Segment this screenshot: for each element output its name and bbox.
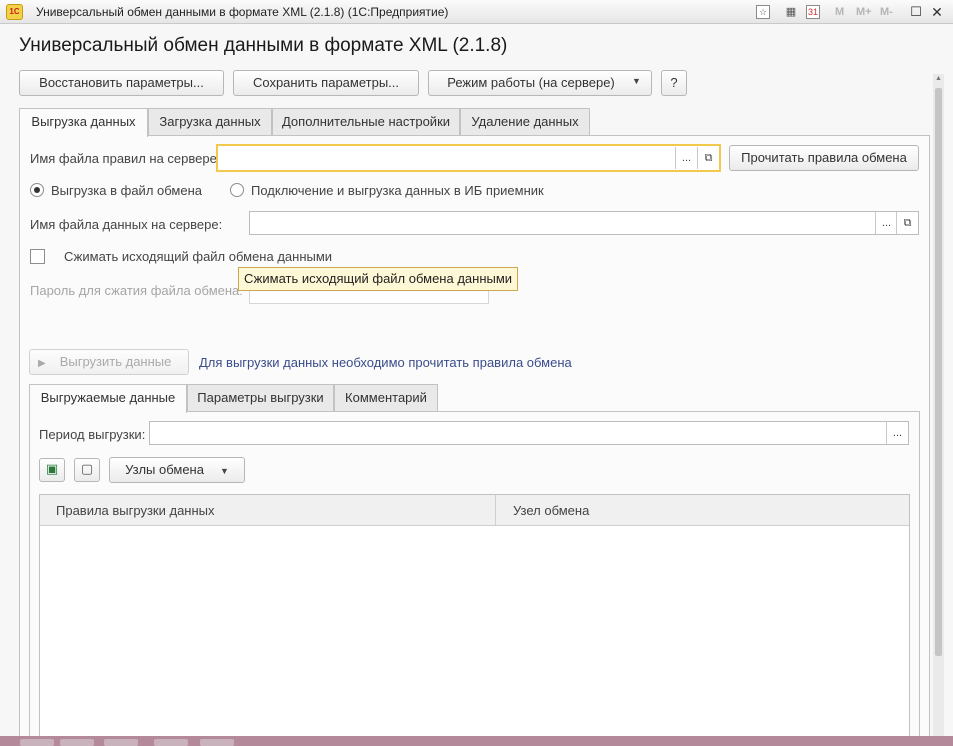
taskbar-item[interactable]	[200, 739, 234, 746]
radio-export-to-db[interactable]	[230, 183, 244, 197]
save-params-button[interactable]: Сохранить параметры...	[233, 70, 419, 96]
taskbar-item[interactable]	[20, 739, 54, 746]
taskbar-item[interactable]	[104, 739, 138, 746]
restore-params-button[interactable]: Восстановить параметры...	[19, 70, 224, 96]
column-exchange-node[interactable]: Узел обмена	[497, 495, 909, 526]
export-data-button[interactable]: ▶ Выгрузить данные	[29, 349, 189, 375]
subtab-export-params[interactable]: Параметры выгрузки	[187, 384, 334, 412]
favorite-icon[interactable]: ☆	[756, 5, 770, 19]
data-file-label: Имя файла данных на сервере:	[30, 217, 223, 232]
calendar-icon[interactable]: 31	[806, 5, 820, 19]
close-icon[interactable]: ✕	[927, 3, 947, 21]
period-label: Период выгрузки:	[39, 427, 146, 442]
scroll-up-icon[interactable]: ▲	[934, 75, 943, 85]
rules-file-input[interactable]	[216, 144, 721, 172]
taskbar-item[interactable]	[60, 739, 94, 746]
window-title: Универсальный обмен данными в формате XM…	[36, 5, 449, 19]
rules-file-label: Имя файла правил на сервере:	[30, 151, 221, 166]
app-logo-icon: 1C	[6, 4, 23, 20]
exchange-nodes-button[interactable]: Узлы обмена ▼	[109, 457, 245, 483]
exchange-nodes-label: Узлы обмена	[125, 462, 204, 477]
radio-export-to-db-label[interactable]: Подключение и выгрузка данных в ИБ прием…	[251, 183, 544, 198]
compress-checkbox[interactable]	[30, 249, 45, 264]
memory-plus-button[interactable]: M+	[856, 4, 872, 20]
radio-export-to-file[interactable]	[30, 183, 44, 197]
tab-delete-data[interactable]: Удаление данных	[460, 108, 590, 136]
subtab-comment[interactable]: Комментарий	[334, 384, 438, 412]
period-choose-button[interactable]: ...	[886, 422, 908, 444]
subtab-exported-data[interactable]: Выгружаемые данные	[29, 384, 187, 413]
taskbar-item[interactable]	[154, 739, 188, 746]
calculator-icon[interactable]: ▦	[784, 4, 798, 20]
data-file-input[interactable]	[249, 211, 919, 235]
maximize-icon[interactable]: ☐	[906, 3, 926, 21]
radio-export-to-file-label[interactable]: Выгрузка в файл обмена	[51, 183, 202, 198]
form-title: Универсальный обмен данными в формате XM…	[19, 35, 508, 56]
memory-minus-button[interactable]: M-	[880, 4, 893, 20]
form-scrollbar-thumb[interactable]	[935, 88, 942, 656]
rules-file-choose-button[interactable]: ...	[675, 147, 697, 169]
play-icon: ▶	[38, 358, 46, 369]
help-button[interactable]: ?	[661, 70, 687, 96]
work-mode-label: Режим работы (на сервере)	[447, 75, 615, 90]
check-all-icon[interactable]: ▣	[39, 458, 65, 482]
uncheck-all-icon[interactable]: ▢	[74, 458, 100, 482]
chevron-down-icon: ▼	[632, 76, 641, 86]
password-label: Пароль для сжатия файла обмена:	[30, 283, 243, 298]
rules-file-open-icon[interactable]: ⧉	[697, 147, 719, 169]
data-file-open-icon[interactable]: ⧉	[896, 212, 918, 234]
compress-tooltip: Сжимать исходящий файл обмена данными	[238, 267, 519, 291]
compress-label[interactable]: Сжимать исходящий файл обмена данными	[64, 249, 332, 264]
chevron-down-icon: ▼	[219, 466, 229, 476]
work-mode-button[interactable]: Режим работы (на сервере)	[428, 70, 652, 96]
column-export-rules[interactable]: Правила выгрузки данных	[40, 495, 496, 526]
tab-import[interactable]: Загрузка данных	[148, 108, 272, 136]
export-rules-table[interactable]	[39, 494, 910, 746]
period-input[interactable]	[149, 421, 909, 445]
read-rules-button[interactable]: Прочитать правила обмена	[729, 145, 919, 171]
export-hint-text: Для выгрузки данных необходимо прочитать…	[199, 355, 572, 370]
memory-m-button[interactable]: M	[835, 4, 844, 20]
tab-additional-settings[interactable]: Дополнительные настройки	[272, 108, 460, 136]
export-data-button-label: Выгрузить данные	[59, 354, 172, 369]
tab-export[interactable]: Выгрузка данных	[19, 108, 148, 137]
os-taskbar	[0, 736, 953, 746]
data-file-choose-button[interactable]: ...	[875, 212, 897, 234]
